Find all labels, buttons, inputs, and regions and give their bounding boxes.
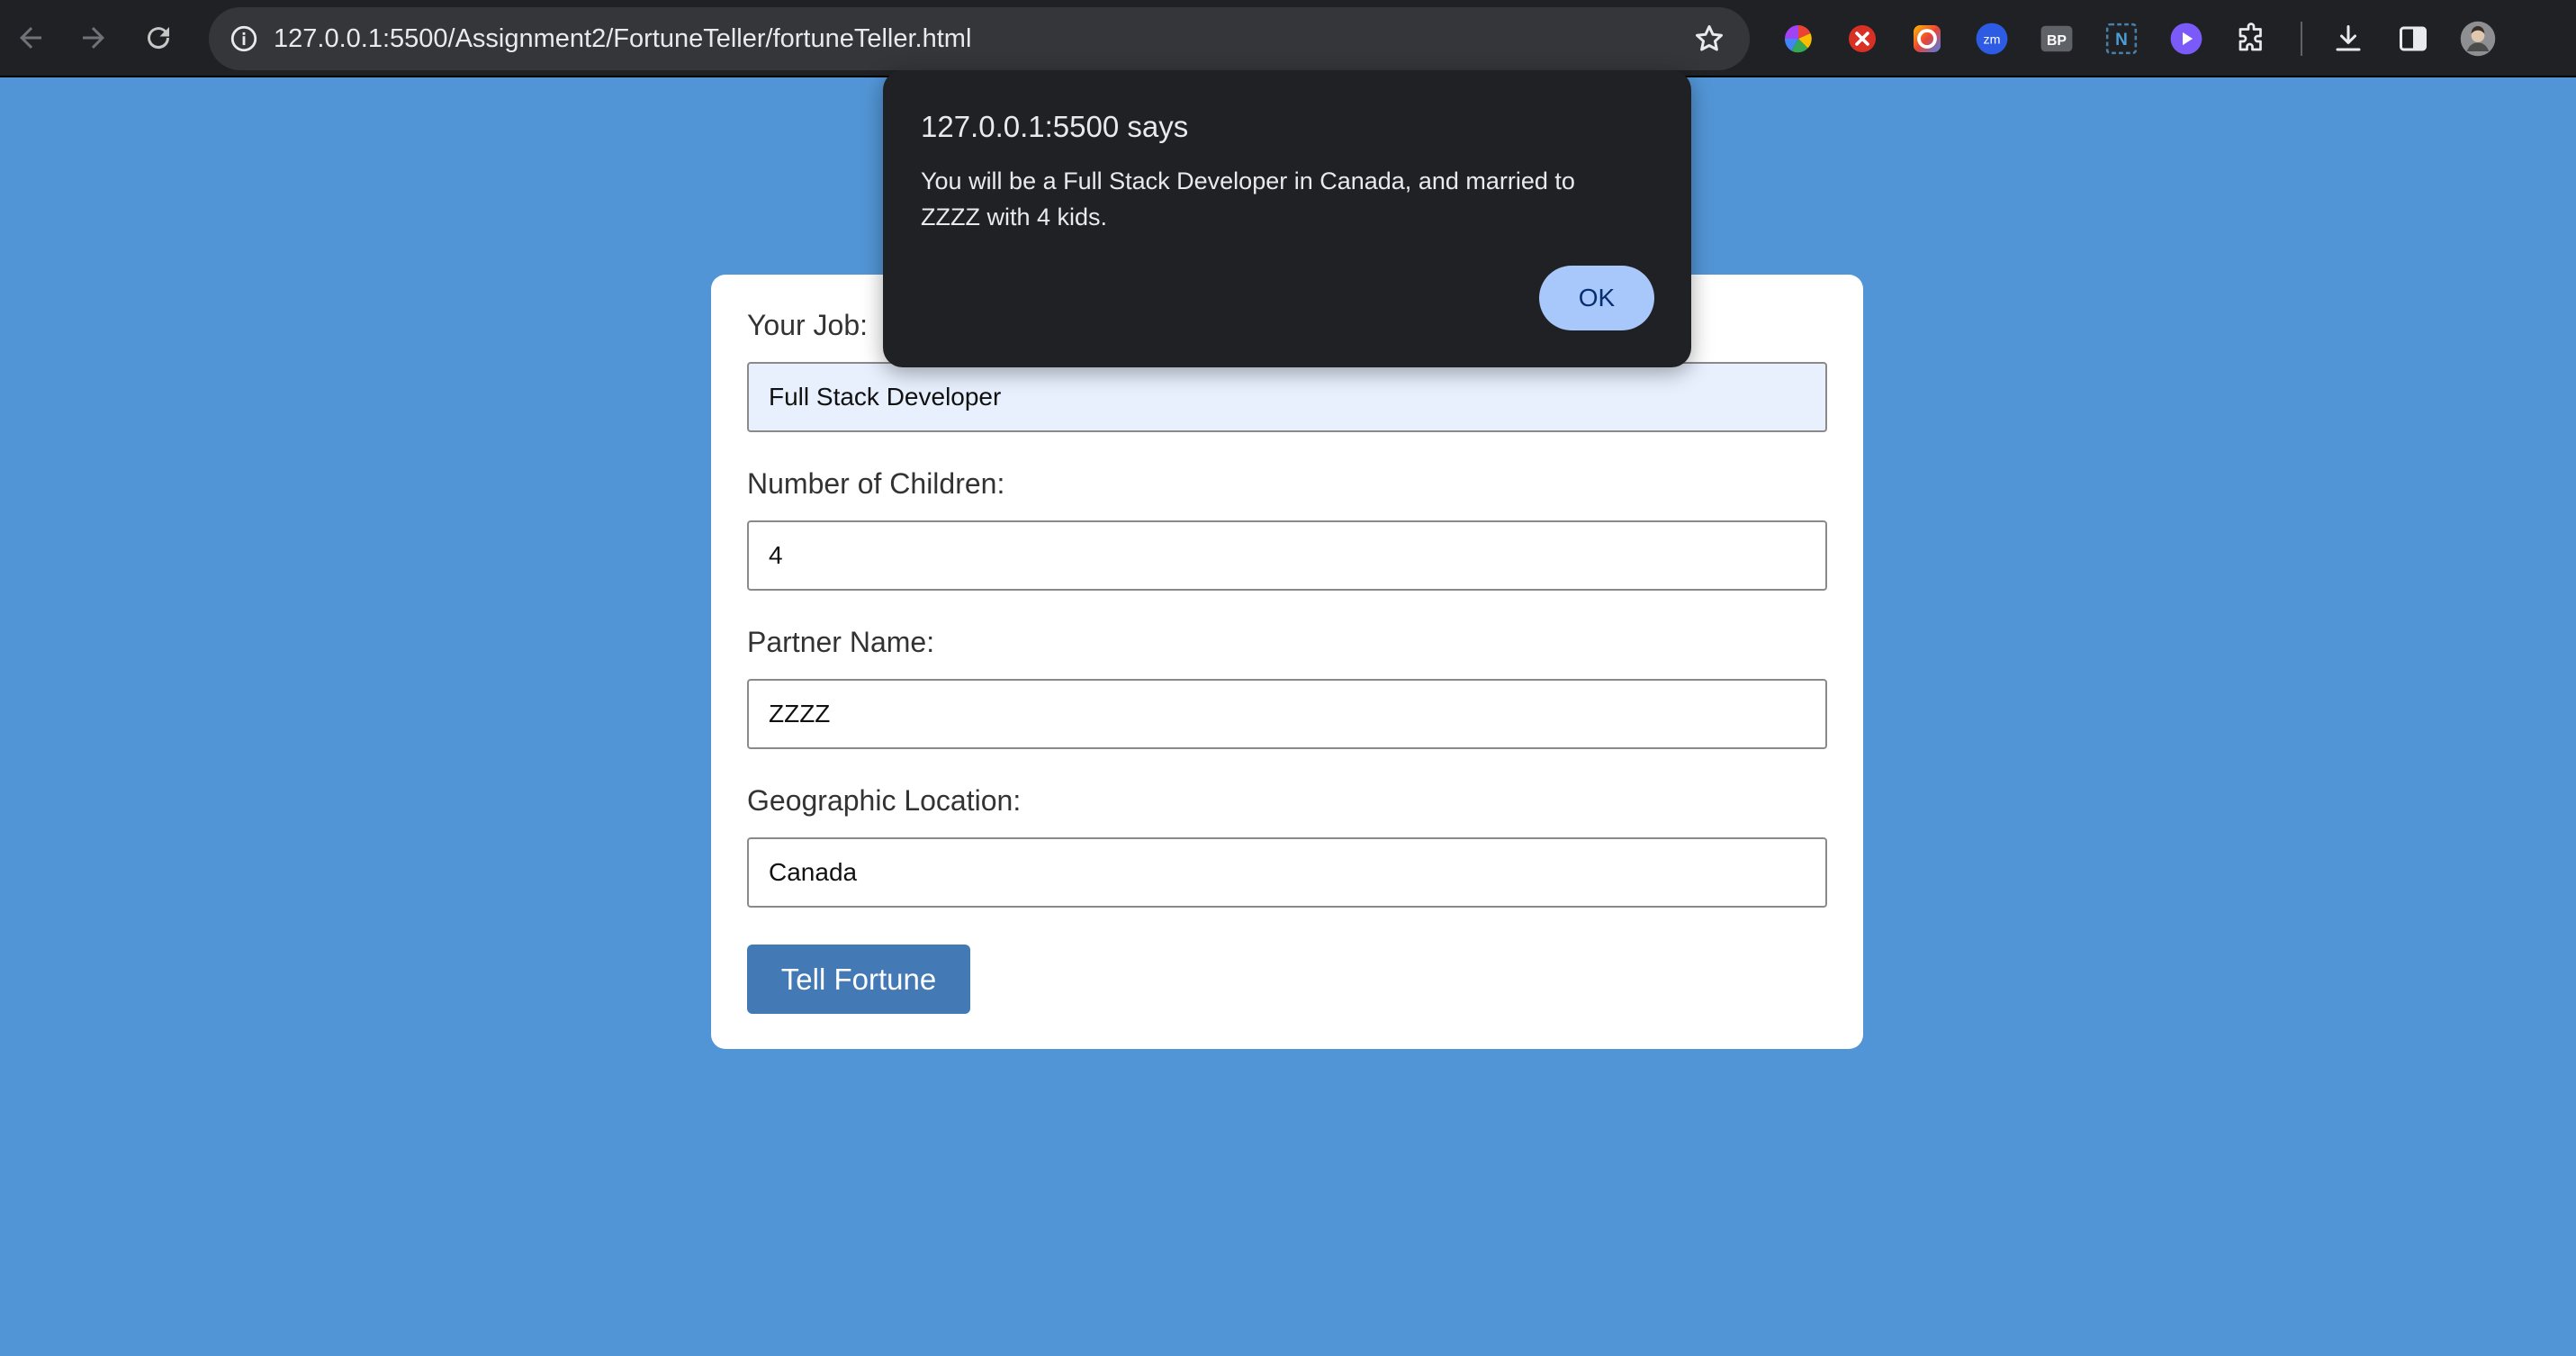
- browser-toolbar: 127.0.0.1:5500/Assignment2/FortuneTeller…: [0, 0, 2576, 77]
- fortune-form: Your Job: Full Stack Developer Number of…: [711, 275, 1863, 1049]
- ok-button[interactable]: OK: [1539, 266, 1654, 330]
- reload-button[interactable]: [133, 13, 184, 63]
- toolbar-divider: [2301, 22, 2302, 56]
- red-x-icon[interactable]: [1840, 16, 1885, 61]
- tell-fortune-button[interactable]: Tell Fortune: [747, 945, 970, 1014]
- svg-text:zm: zm: [1984, 33, 2001, 48]
- puzzle-icon[interactable]: [2229, 16, 2274, 61]
- bp-icon[interactable]: BP: [2034, 16, 2079, 61]
- notion-icon[interactable]: N: [2099, 16, 2144, 61]
- job-label: Your Job:: [747, 309, 869, 341]
- svg-text:N: N: [2115, 31, 2128, 50]
- location-input[interactable]: Canada: [747, 837, 1827, 908]
- forward-button[interactable]: [68, 13, 119, 63]
- bookmark-star-icon[interactable]: [1689, 18, 1730, 59]
- url-text[interactable]: 127.0.0.1:5500/Assignment2/FortuneTeller…: [274, 7, 971, 70]
- play-icon[interactable]: [2164, 16, 2209, 61]
- download-icon[interactable]: [2326, 16, 2371, 61]
- site-info-icon[interactable]: [221, 16, 266, 61]
- zoom-icon[interactable]: zm: [1969, 16, 2014, 61]
- location-label: Geographic Location:: [747, 784, 1022, 817]
- ring-icon[interactable]: [1905, 16, 1950, 61]
- color-wheel-icon[interactable]: [1776, 16, 1821, 61]
- partner-label: Partner Name:: [747, 626, 935, 658]
- children-label: Number of Children:: [747, 467, 1005, 500]
- alert-message: You will be a Full Stack Developer in Ca…: [921, 167, 1575, 231]
- avatar[interactable]: [2455, 16, 2500, 61]
- alert-title: 127.0.0.1:5500 says: [921, 110, 1189, 143]
- side-panel-icon[interactable]: [2391, 16, 2436, 61]
- arrow-left-icon: [20, 27, 41, 49]
- children-input[interactable]: 4: [747, 520, 1827, 591]
- back-button[interactable]: [5, 13, 56, 63]
- reload-icon: [148, 27, 170, 50]
- arrow-right-icon: [83, 27, 104, 49]
- svg-text:BP: BP: [2047, 33, 2067, 49]
- address-bar[interactable]: 127.0.0.1:5500/Assignment2/FortuneTeller…: [209, 7, 1750, 70]
- partner-input[interactable]: ZZZZ: [747, 679, 1827, 749]
- alert-dialog: 127.0.0.1:5500 says You will be a Full S…: [883, 70, 1691, 367]
- job-input[interactable]: Full Stack Developer: [747, 362, 1827, 432]
